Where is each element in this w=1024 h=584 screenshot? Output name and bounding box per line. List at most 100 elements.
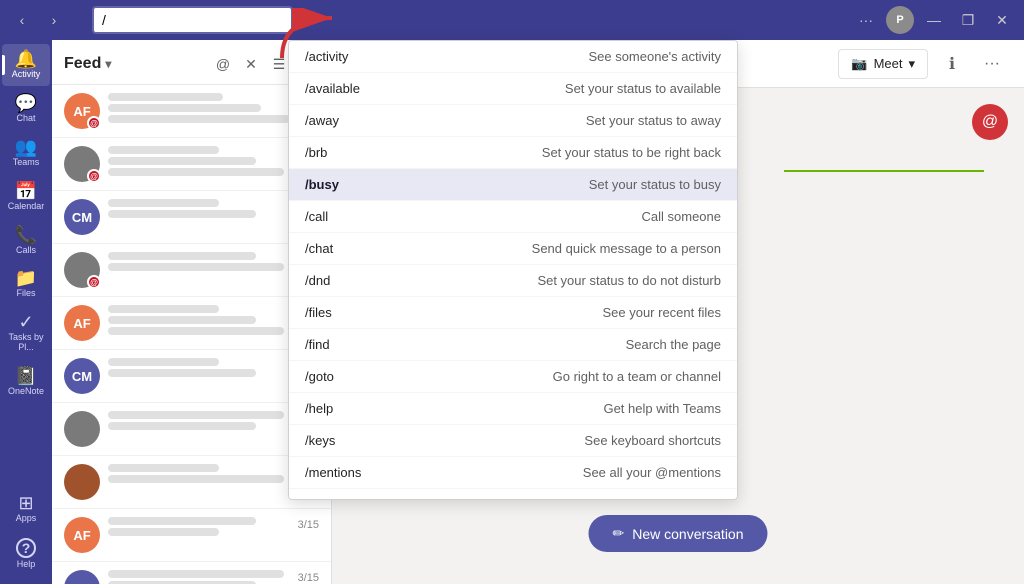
sidebar-item-activity[interactable]: 🔔 Activity: [2, 44, 50, 86]
command-item-goto[interactable]: /goto Go right to a team or channel: [289, 361, 737, 393]
command-desc: Send quick message to a person: [532, 241, 721, 256]
feed-item-lines: [108, 93, 300, 123]
feed-line: [108, 146, 219, 154]
feed-item-content: [108, 199, 294, 218]
command-item-mentions[interactable]: /mentions See all your @mentions: [289, 457, 737, 489]
command-name: /offline: [305, 497, 425, 500]
nav-back-button[interactable]: ‹: [8, 6, 36, 34]
command-name: /keys: [305, 433, 425, 448]
feed-item-date: 3/15: [298, 517, 319, 531]
sidebar-item-chat-label: Chat: [16, 114, 35, 124]
command-item-available[interactable]: /available Set your status to available: [289, 73, 737, 105]
feed-item-lines: [108, 146, 294, 176]
title-bar-left: ‹ ›: [8, 6, 309, 34]
command-name: /help: [305, 401, 425, 416]
feed-line: [108, 570, 284, 578]
command-desc: Set your status to available: [565, 81, 721, 96]
feed-mention-button[interactable]: @: [211, 52, 235, 76]
feed-item-lines: [108, 411, 294, 430]
chat-icon: 💬: [15, 94, 37, 112]
feed-line: [108, 422, 256, 430]
feed-item-lines: [108, 358, 294, 377]
ellipsis-button[interactable]: ···: [852, 6, 880, 34]
search-input[interactable]: [92, 6, 293, 34]
command-desc: Set your status to appear offline: [538, 497, 721, 500]
feed-line: [108, 252, 256, 260]
feed-item-lines: [108, 305, 294, 335]
close-button[interactable]: ✕: [988, 6, 1016, 34]
command-item-chat[interactable]: /chat Send quick message to a person: [289, 233, 737, 265]
command-item-find[interactable]: /find Search the page: [289, 329, 737, 361]
nav-forward-button[interactable]: ›: [40, 6, 68, 34]
command-desc: See your recent files: [602, 305, 721, 320]
maximize-button[interactable]: ❐: [954, 6, 982, 34]
feed-chevron-icon[interactable]: ▾: [105, 57, 111, 71]
command-item-busy[interactable]: /busy Set your status to busy: [289, 169, 737, 201]
feed-line: [108, 369, 256, 377]
teams-icon: 👥: [15, 138, 37, 156]
meet-button[interactable]: 📷 Meet ▾: [838, 49, 928, 79]
meet-dropdown-icon: ▾: [908, 56, 915, 72]
command-item-away[interactable]: /away Set your status to away: [289, 105, 737, 137]
command-item-brb[interactable]: /brb Set your status to be right back: [289, 137, 737, 169]
title-bar-right: ··· P — ❐ ✕: [852, 6, 1016, 34]
command-desc: Set your status to be right back: [542, 145, 721, 160]
sidebar-item-apps-label: Apps: [16, 514, 37, 524]
feed-item-right: 3/15: [294, 517, 319, 531]
command-name: /files: [305, 305, 425, 320]
command-name: /available: [305, 81, 425, 96]
sidebar-item-help[interactable]: ? Help: [2, 532, 50, 576]
files-icon: 📁: [15, 269, 37, 287]
edit-icon: ✏: [612, 525, 624, 542]
sidebar-item-files[interactable]: 📁 Files: [2, 263, 50, 305]
feed-line: [108, 475, 284, 483]
sidebar-item-tasks[interactable]: ✓ Tasks by Pl...: [2, 307, 50, 359]
sidebar-item-teams[interactable]: 👥 Teams: [2, 132, 50, 174]
feed-item[interactable]: AF 3/15: [52, 509, 331, 562]
sidebar-item-apps[interactable]: ⊞ Apps: [2, 488, 50, 530]
feed-item-content: [108, 358, 294, 377]
notification-bell[interactable]: @: [972, 104, 1008, 140]
toolbar-ellipsis-button[interactable]: ···: [976, 48, 1008, 80]
avatar: [64, 411, 100, 447]
feed-line: [108, 358, 219, 366]
sidebar-item-onenote-label: OneNote: [8, 387, 44, 397]
new-conversation-bar: ✏ New conversation: [588, 515, 767, 552]
command-item-offline[interactable]: /offline Set your status to appear offli…: [289, 489, 737, 500]
command-item-keys[interactable]: /keys See keyboard shortcuts: [289, 425, 737, 457]
sidebar-item-calendar-label: Calendar: [8, 202, 45, 212]
new-conversation-button[interactable]: ✏ New conversation: [588, 515, 767, 552]
onenote-icon: 📓: [15, 367, 37, 385]
feed-item[interactable]: AF 3/15: [52, 562, 331, 584]
command-item-files[interactable]: /files See your recent files: [289, 297, 737, 329]
avatar[interactable]: P: [886, 6, 914, 34]
info-button[interactable]: ℹ: [936, 48, 968, 80]
minimize-button[interactable]: —: [920, 6, 948, 34]
sidebar-item-teams-label: Teams: [13, 158, 40, 168]
sidebar-item-chat[interactable]: 💬 Chat: [2, 88, 50, 130]
sidebar-item-calendar[interactable]: 📅 Calendar: [2, 176, 50, 218]
command-item-help[interactable]: /help Get help with Teams: [289, 393, 737, 425]
sidebar-item-calls[interactable]: 📞 Calls: [2, 220, 50, 262]
command-name: /activity: [305, 49, 425, 64]
feed-line: [108, 263, 284, 271]
command-dropdown: /activity See someone's activity /availa…: [288, 40, 738, 500]
sidebar: 🔔 Activity 💬 Chat 👥 Teams 📅 Calendar 📞 C…: [0, 40, 52, 584]
command-item-call[interactable]: /call Call someone: [289, 201, 737, 233]
feed-title-text: Feed: [64, 55, 101, 73]
command-desc: Set your status to away: [586, 113, 721, 128]
avatar: [64, 464, 100, 500]
command-desc: Set your status to busy: [589, 177, 721, 192]
sidebar-item-files-label: Files: [16, 289, 35, 299]
command-name: /busy: [305, 177, 425, 192]
command-name: /call: [305, 209, 425, 224]
feed-line: [108, 210, 256, 218]
command-item-activity[interactable]: /activity See someone's activity: [289, 41, 737, 73]
command-desc: Go right to a team or channel: [553, 369, 721, 384]
feed-close-button[interactable]: ✕: [239, 52, 263, 76]
sidebar-item-onenote[interactable]: 📓 OneNote: [2, 361, 50, 403]
command-desc: Search the page: [626, 337, 721, 352]
avatar: CM: [64, 199, 100, 235]
command-item-dnd[interactable]: /dnd Set your status to do not disturb: [289, 265, 737, 297]
sidebar-item-tasks-label: Tasks by Pl...: [4, 333, 48, 353]
